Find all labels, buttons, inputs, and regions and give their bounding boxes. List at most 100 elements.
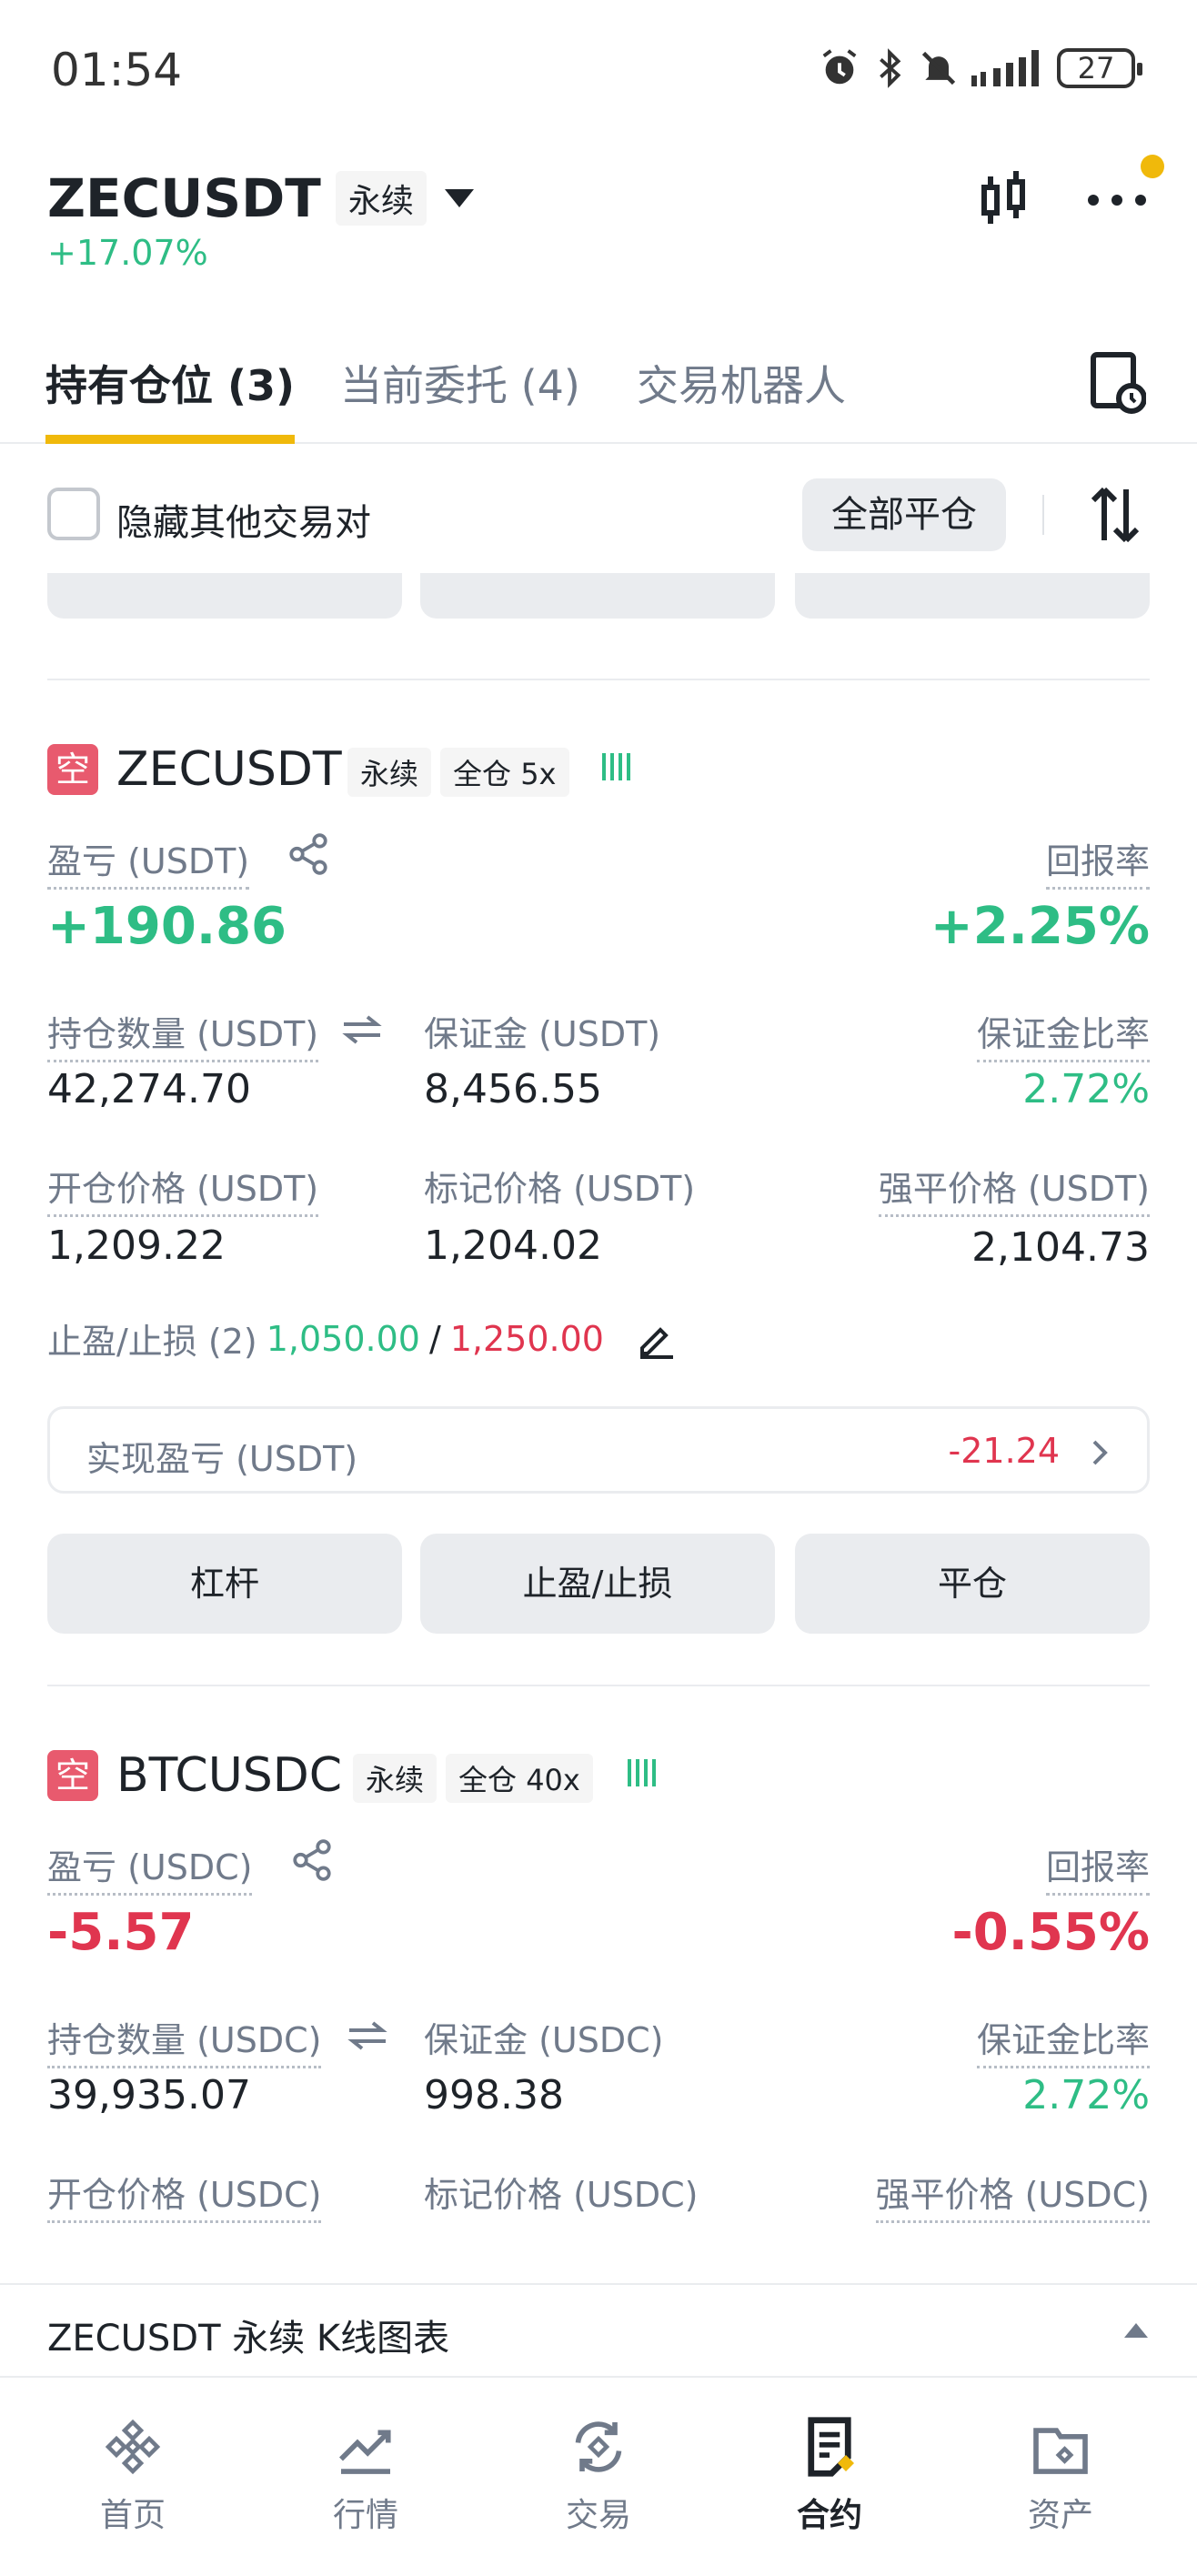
nav-label: 首页 <box>99 2497 166 2534</box>
wallet-icon <box>1033 2428 1088 2474</box>
kline-chart-bar[interactable]: ZECUSDT 永续 K线图表 <box>0 2283 1197 2378</box>
leverage-button[interactable]: 杠杆 <box>47 1534 402 1634</box>
order-history-icon[interactable] <box>1088 349 1146 415</box>
contract-tag: 永续 <box>347 748 432 797</box>
liq-price-label[interactable]: 强平价格 (USDT) <box>878 1161 1150 1217</box>
nav-futures[interactable]: 合约 <box>775 2414 884 2536</box>
pnl-label[interactable]: 盈亏 (USDC) <box>47 1839 253 1896</box>
size-label[interactable]: 持仓数量 (USDC) <box>47 2012 322 2068</box>
nav-trade[interactable]: 交易 <box>544 2414 653 2536</box>
tpsl-button[interactable]: 止盈/止损 <box>420 1534 775 1634</box>
share-icon[interactable] <box>289 1837 335 1883</box>
mark-price-label: 标记价格 (USDC) <box>424 2175 699 2215</box>
prev-tpsl-button[interactable] <box>420 573 775 619</box>
contract-tag: 永续 <box>353 1754 438 1803</box>
roe-label[interactable]: 回报率 <box>1045 1839 1150 1896</box>
tab-positions[interactable]: 持有仓位 (3) <box>45 353 296 444</box>
pnl-label[interactable]: 盈亏 (USDT) <box>47 833 250 890</box>
close-position-button[interactable]: 平仓 <box>795 1534 1150 1634</box>
margin-ratio-value: 2.72% <box>1022 2072 1150 2118</box>
prev-close-button[interactable] <box>795 573 1150 619</box>
status-bar: 01:54 27 <box>0 0 1197 136</box>
chevron-up-icon[interactable] <box>1122 2319 1150 2340</box>
margin-label: 保证金 (USDT) <box>424 1014 661 1054</box>
size-label[interactable]: 持仓数量 (USDT) <box>47 1006 319 1062</box>
tab-label: 当前委托 (4) <box>340 361 580 410</box>
nav-label: 交易 <box>565 2497 631 2534</box>
unrealized-pnl: -5.57 <box>47 1903 195 1962</box>
liq-price: 2,104.73 <box>971 1224 1150 1271</box>
nav-label: 合约 <box>796 2497 862 2534</box>
nav-label: 资产 <box>1027 2497 1093 2534</box>
swap-icon[interactable] <box>346 2019 389 2052</box>
margin-mode-tag[interactable]: 全仓 5x <box>440 748 569 797</box>
edit-icon[interactable] <box>635 1317 679 1361</box>
roe-value: -0.55% <box>951 1903 1150 1962</box>
chevron-right-icon <box>1092 1440 1108 1465</box>
position-size: 42,274.70 <box>47 1066 251 1112</box>
binance-logo-icon <box>105 2419 161 2475</box>
price-change: +17.07% <box>47 233 208 273</box>
prev-leverage-button[interactable] <box>47 573 402 619</box>
entry-price-label[interactable]: 开仓价格 (USDT) <box>47 1161 319 1217</box>
nav-label: 行情 <box>332 2497 398 2534</box>
sort-icon[interactable] <box>1088 482 1142 548</box>
candlestick-chart-icon[interactable] <box>979 171 1030 229</box>
roe-value: +2.25% <box>930 897 1150 956</box>
nav-home[interactable]: 首页 <box>78 2414 187 2536</box>
margin-ratio-label[interactable]: 保证金比率 <box>976 1006 1150 1062</box>
hide-other-pairs-label: 隐藏其他交易对 <box>116 502 371 544</box>
mark-price-label: 标记价格 (USDT) <box>424 1169 696 1209</box>
tpsl-row: 止盈/止损 (2) 1,050.00 / 1,250.00 <box>47 1313 679 1363</box>
liq-price-label[interactable]: 强平价格 (USDC) <box>875 2167 1150 2223</box>
futures-document-icon <box>808 2417 854 2477</box>
tpsl-separator: / <box>428 1318 441 1359</box>
position-card: 空 BTCUSDC 永续 全仓 40x 盈亏 (USDC) 回报率 -5.57 … <box>0 1743 1197 2265</box>
contract-tag: 永续 <box>335 171 427 226</box>
tab-label: 交易机器人 <box>637 361 846 410</box>
filter-row: 隐藏其他交易对 全部平仓 <box>0 455 1197 573</box>
trend-chart-icon <box>339 2430 391 2474</box>
realized-pnl-label: 实现盈亏 (USDT) <box>86 1439 358 1479</box>
take-profit-price: 1,050.00 <box>266 1318 420 1359</box>
margin-mode-tag[interactable]: 全仓 40x <box>446 1754 593 1803</box>
bluetooth-icon <box>880 48 901 88</box>
card-divider <box>47 1685 1150 1686</box>
nav-assets[interactable]: 资产 <box>1006 2414 1115 2536</box>
position-symbol[interactable]: BTCUSDC <box>116 1748 342 1803</box>
share-icon[interactable] <box>286 831 331 877</box>
position-size: 39,935.07 <box>47 2072 251 2118</box>
close-all-button[interactable]: 全部平仓 <box>802 478 1006 551</box>
nav-markets[interactable]: 行情 <box>311 2414 420 2536</box>
symbol-selector[interactable]: ZECUSDT 永续 <box>47 167 478 229</box>
realized-pnl-value: -21.24 <box>948 1431 1061 1471</box>
bottom-nav: 首页 行情 交易 合约 资产 <box>0 2378 1197 2576</box>
alarm-icon <box>822 49 857 85</box>
roe-label[interactable]: 回报率 <box>1045 833 1150 890</box>
trade-swap-icon <box>575 2421 622 2472</box>
swap-icon[interactable] <box>340 1013 384 1046</box>
stop-loss-price: 1,250.00 <box>449 1318 604 1359</box>
divider <box>1042 495 1044 535</box>
realized-pnl-row[interactable]: 实现盈亏 (USDT) -21.24 <box>47 1406 1150 1494</box>
short-side-badge: 空 <box>47 1750 98 1801</box>
positions-list[interactable]: 空 ZECUSDT 永续 全仓 5x 盈亏 (USDT) 回报率 +190.86… <box>0 573 1197 2265</box>
chevron-down-icon[interactable] <box>441 185 478 212</box>
margin-label: 保证金 (USDC) <box>424 2020 664 2060</box>
hide-other-pairs-checkbox[interactable] <box>47 488 100 540</box>
tab-open-orders[interactable]: 当前委托 (4) <box>340 353 580 413</box>
tab-trading-bots[interactable]: 交易机器人 <box>637 353 846 413</box>
position-symbol[interactable]: ZECUSDT <box>116 742 342 797</box>
card-divider <box>47 679 1150 680</box>
bell-muted-icon <box>921 51 956 86</box>
margin-ratio-label[interactable]: 保证金比率 <box>976 2012 1150 2068</box>
more-menu-icon[interactable] <box>1088 191 1146 209</box>
adl-indicator-icon <box>628 1759 656 1786</box>
entry-price: 1,209.22 <box>47 1223 226 1269</box>
entry-price-label[interactable]: 开仓价格 (USDC) <box>47 2167 322 2223</box>
adl-indicator-icon <box>602 753 630 780</box>
symbol-title: ZECUSDT <box>47 167 321 229</box>
status-time: 01:54 <box>51 44 183 96</box>
margin-value: 998.38 <box>424 2072 564 2118</box>
margin-value: 8,456.55 <box>424 1066 602 1112</box>
